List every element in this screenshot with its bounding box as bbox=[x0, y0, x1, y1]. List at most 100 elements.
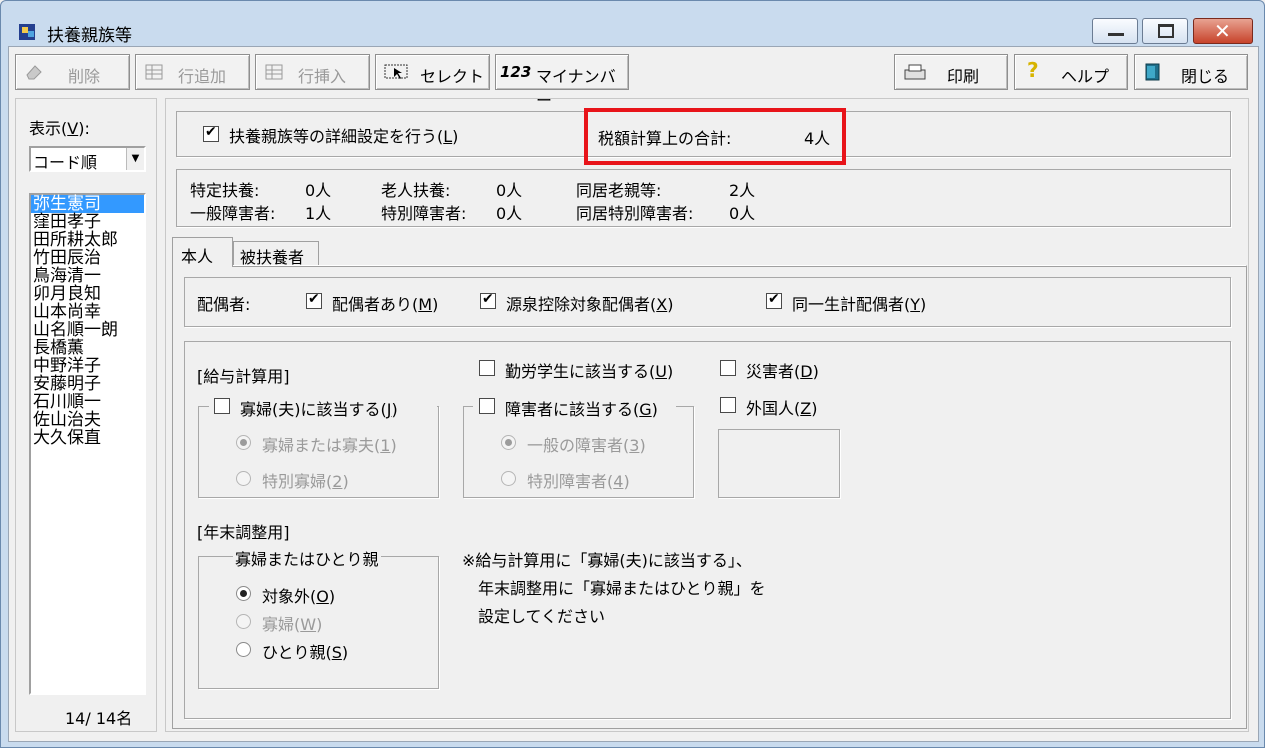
yearend-none-radio[interactable] bbox=[236, 586, 251, 601]
same-household-spouse-label[interactable]: 同一生計配偶者(Y) bbox=[792, 291, 926, 315]
student-label[interactable]: 勤労学生に該当する(U) bbox=[505, 358, 673, 382]
eraser-icon bbox=[26, 65, 42, 80]
list-item[interactable]: 窪田孝子 bbox=[33, 213, 101, 231]
disabled-opt2-radio[interactable] bbox=[501, 471, 516, 486]
list-item[interactable]: 長橋薫 bbox=[33, 339, 84, 357]
disabled-opt2-label[interactable]: 特別障害者(4) bbox=[527, 468, 630, 492]
printer-icon bbox=[904, 64, 926, 80]
summary-special-disabled-value: 0人 bbox=[496, 204, 523, 223]
note-line-3: 設定してください bbox=[478, 607, 606, 626]
insert-row-label: 行挿入 bbox=[298, 67, 347, 86]
tab-dependents-label: 被扶養者 bbox=[240, 248, 305, 267]
summary-cohabit-parent-value: 2人 bbox=[729, 181, 756, 200]
title-bar: 扶養親族等 ✕ bbox=[1, 1, 1264, 46]
summary-special-disabled-label: 特別障害者: bbox=[381, 204, 467, 223]
salary-section-label: [給与計算用] bbox=[197, 367, 290, 386]
note-line-1: ※給与計算用に「寡婦(夫)に該当する」、 bbox=[462, 551, 752, 570]
print-button[interactable]: 印刷 bbox=[894, 54, 1008, 90]
widow-opt2-radio[interactable] bbox=[236, 471, 251, 486]
withholding-spouse-label[interactable]: 源泉控除対象配偶者(X) bbox=[506, 291, 673, 315]
select-button[interactable]: セレクト bbox=[375, 54, 490, 90]
widow-opt2-label[interactable]: 特別寡婦(2) bbox=[262, 468, 349, 492]
note-line-2: 年末調整用に「寡婦またはひとり親」を bbox=[478, 579, 766, 598]
help-icon: ? bbox=[1027, 58, 1039, 82]
student-checkbox[interactable] bbox=[479, 360, 495, 376]
delete-button[interactable]: 削除 bbox=[15, 54, 130, 90]
list-item[interactable]: 竹田辰治 bbox=[33, 249, 101, 267]
insert-row-button[interactable]: 行挿入 bbox=[255, 54, 370, 90]
widow-opt1-label[interactable]: 寡婦または寡夫(1) bbox=[262, 432, 397, 456]
foreigner-detail-box bbox=[718, 429, 840, 498]
window-title: 扶養親族等 bbox=[47, 26, 132, 46]
yearend-section-label: [年末調整用] bbox=[197, 523, 290, 542]
maximize-icon bbox=[1158, 24, 1174, 38]
print-label: 印刷 bbox=[947, 67, 980, 86]
list-item[interactable]: 弥生憲司 bbox=[31, 195, 144, 213]
record-count: 14/ 14名 bbox=[65, 709, 133, 728]
disabled-label[interactable]: 障害者に該当する(G) bbox=[505, 396, 658, 420]
maximize-button[interactable] bbox=[1142, 18, 1188, 44]
list-item[interactable]: 石川順一 bbox=[33, 393, 101, 411]
sort-select[interactable]: コード順 ▼ bbox=[29, 146, 146, 172]
mynumber-icon: 123 bbox=[500, 63, 532, 81]
help-button[interactable]: ? ヘルプ bbox=[1014, 54, 1128, 90]
disabled-opt1-label[interactable]: 一般の障害者(3) bbox=[527, 432, 646, 456]
add-row-button[interactable]: 行追加 bbox=[135, 54, 250, 90]
yearend-single-radio[interactable] bbox=[236, 642, 251, 657]
list-item[interactable]: 山名順一朗 bbox=[33, 321, 118, 339]
name-list[interactable]: 弥生憲司 窪田孝子 田所耕太郎 竹田辰治 鳥海清一 卯月良知 山本尚幸 山名順一朗 長橋薫 中野洋… bbox=[29, 193, 146, 695]
table-add-icon bbox=[145, 64, 163, 80]
close-button[interactable]: 閉じる bbox=[1134, 54, 1248, 90]
window: 扶養親族等 ✕ 削除 行追加 行挿入 セレクト 123 マイナンバー 印刷 ? bbox=[0, 0, 1265, 748]
list-item[interactable]: 卯月良知 bbox=[33, 285, 101, 303]
add-row-label: 行追加 bbox=[178, 67, 227, 86]
detail-setting-checkbox[interactable] bbox=[203, 124, 219, 142]
minimize-icon bbox=[1108, 33, 1124, 36]
tab-dependents[interactable]: 被扶養者 bbox=[233, 241, 319, 267]
mynumber-button[interactable]: 123 マイナンバー bbox=[495, 54, 629, 110]
summary-general-disabled-label: 一般障害者: bbox=[190, 204, 276, 223]
list-item[interactable]: 中野洋子 bbox=[33, 357, 101, 375]
yearend-single-label[interactable]: ひとり親(S) bbox=[262, 639, 348, 663]
withholding-spouse-checkbox[interactable] bbox=[480, 291, 496, 309]
delete-label: 削除 bbox=[68, 67, 101, 86]
list-item[interactable]: 安藤明子 bbox=[33, 375, 101, 393]
same-household-spouse-checkbox[interactable] bbox=[766, 291, 782, 309]
tab-self[interactable]: 本人 bbox=[172, 237, 233, 267]
foreigner-checkbox[interactable] bbox=[720, 397, 736, 413]
widow-checkbox[interactable] bbox=[214, 398, 230, 414]
disaster-checkbox[interactable] bbox=[720, 360, 736, 376]
close-window-button[interactable]: ✕ bbox=[1193, 18, 1253, 44]
list-item[interactable]: 田所耕太郎 bbox=[33, 231, 118, 249]
summary-cohabit-parent-label: 同居老親等: bbox=[576, 181, 662, 200]
minimize-button[interactable] bbox=[1092, 18, 1138, 44]
tax-total-label: 税額計算上の合計: bbox=[598, 129, 732, 148]
widow-opt1-radio[interactable] bbox=[236, 435, 251, 450]
disaster-label[interactable]: 災害者(D) bbox=[746, 358, 819, 382]
summary-general-disabled-value: 1人 bbox=[305, 204, 332, 223]
detail-setting-label[interactable]: 扶養親族等の詳細設定を行う(L) bbox=[229, 123, 458, 147]
display-label: 表示(V): bbox=[29, 119, 90, 138]
has-spouse-checkbox[interactable] bbox=[306, 291, 322, 309]
close-icon: ✕ bbox=[1214, 19, 1231, 43]
summary-cohabit-special-label: 同居特別障害者: bbox=[576, 204, 694, 223]
summary-specific-value: 0人 bbox=[305, 181, 332, 200]
summary-cohabit-special-value: 0人 bbox=[729, 204, 756, 223]
help-label: ヘルプ bbox=[1061, 67, 1110, 86]
foreigner-label[interactable]: 外国人(Z) bbox=[746, 395, 817, 419]
summary-specific-label: 特定扶養: bbox=[190, 181, 260, 200]
has-spouse-label[interactable]: 配偶者あり(M) bbox=[332, 291, 438, 315]
summary-elderly-value: 0人 bbox=[496, 181, 523, 200]
list-item[interactable]: 鳥海清一 bbox=[33, 267, 101, 285]
widow-label[interactable]: 寡婦(夫)に該当する(J) bbox=[240, 396, 398, 420]
yearend-widow-label[interactable]: 寡婦(W) bbox=[262, 611, 322, 635]
disabled-checkbox[interactable] bbox=[479, 398, 495, 414]
summary-box bbox=[176, 169, 1231, 227]
yearend-none-label[interactable]: 対象外(O) bbox=[262, 583, 335, 607]
list-item[interactable]: 佐山治夫 bbox=[33, 411, 101, 429]
chevron-down-icon[interactable]: ▼ bbox=[126, 148, 144, 170]
list-item[interactable]: 山本尚幸 bbox=[33, 303, 101, 321]
disabled-opt1-radio[interactable] bbox=[501, 435, 516, 450]
list-item[interactable]: 大久保直 bbox=[33, 429, 101, 447]
yearend-widow-radio[interactable] bbox=[236, 614, 251, 629]
